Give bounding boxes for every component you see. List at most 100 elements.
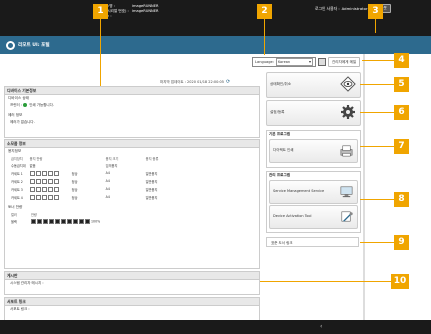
service-management-button[interactable]: Service Management Service <box>269 180 358 204</box>
callout-line <box>260 281 394 282</box>
login-user-name: Administrator <box>341 6 368 11</box>
tools-icon <box>341 211 353 222</box>
toner-title: 토너 잔량 <box>8 205 23 209</box>
toner-level-segment <box>37 218 42 224</box>
callout-line <box>360 199 394 200</box>
basic-program-header: 기본 프로그램 <box>269 132 291 136</box>
callout-line <box>360 112 394 113</box>
gear-icon <box>341 105 355 119</box>
callout-line <box>362 60 394 61</box>
callout-line <box>264 15 265 55</box>
callout-1: 1 <box>93 4 108 19</box>
mgmt-program-group: 관리 프로그램 Service Management Service Devic… <box>266 171 361 233</box>
paper-level-bars <box>29 194 59 200</box>
callout-10: 10 <box>391 274 409 289</box>
toner-level-segment <box>61 218 66 224</box>
support-link-text: 서포트 링크 : <box>10 307 30 311</box>
mgmt-program-header: 관리 프로그램 <box>269 173 291 177</box>
paper-type: 일반용지 <box>145 195 158 200</box>
consumables-panel: 소모품 정보 용지정보 급지장치 용지 잔량 용지 크기 용지 종류 수동급지대… <box>4 139 260 269</box>
paper-level: 없음 <box>29 163 36 168</box>
paper-info-title: 용지정보 <box>8 149 22 153</box>
toner-level-segment <box>49 218 54 224</box>
callout-line <box>360 146 394 147</box>
message-board-text: 시스템 관리자 메시지 : <box>10 281 44 285</box>
footer-bar <box>0 320 431 334</box>
table-row: 수동급지대 없음 임의용지 <box>9 161 160 169</box>
paper-table: 급지장치 용지 잔량 용지 크기 용지 종류 수동급지대 없음 임의용지 카세트… <box>9 155 160 201</box>
paper-type: 일반용지 <box>145 171 158 176</box>
paper-level: 정상 <box>71 187 78 192</box>
toner-level-segment <box>31 218 36 224</box>
paper-source: 수동급지대 <box>11 163 26 168</box>
direct-print-button[interactable]: 다이렉트 인쇄 <box>269 139 358 163</box>
toner-level-segment <box>79 218 84 224</box>
device-status-header: 디바이스 기본정보 <box>5 87 259 95</box>
toner-color: 블랙 <box>11 219 17 224</box>
app-title-bar <box>0 36 431 54</box>
paper-type: 일반용지 <box>145 187 158 192</box>
device-state-value: 인쇄 가능합니다. <box>29 103 54 107</box>
support-link-panel: 서포트 링크 서포트 링크 : <box>4 297 260 321</box>
direct-print-label: 다이렉트 인쇄 <box>273 148 294 152</box>
language-select[interactable]: Korean <box>275 58 313 66</box>
message-board-header: 게시판 <box>5 272 259 280</box>
ok-status-icon <box>23 103 28 107</box>
app-title: 리모트 UI: 포털 <box>18 43 50 48</box>
toner-level-segment <box>43 218 48 224</box>
paper-size: A4 <box>105 171 110 175</box>
paper-source: 카세트 3 <box>11 187 23 192</box>
device-activation-label: Device Activation Tool <box>273 214 312 218</box>
device-state-title: 디바이스 상태 <box>8 96 29 100</box>
refresh-icon[interactable]: ⟳ <box>226 79 230 85</box>
toner-level-segment <box>85 218 90 224</box>
table-row: 블랙 100% <box>9 217 102 225</box>
device-state-line: 프린터 : 인쇄 가능합니다. <box>5 102 259 109</box>
paper-level-bars <box>29 186 59 192</box>
paper-size: 임의용지 <box>105 163 118 168</box>
device-status-panel: 디바이스 기본정보 디바이스 상태 프린터 : 인쇄 가능합니다. 에러 정보 … <box>4 86 260 138</box>
language-label: Language: <box>255 60 274 64</box>
paper-level: 정상 <box>71 171 78 176</box>
support-link-header: 서포트 링크 <box>5 298 259 306</box>
basic-program-group: 기본 프로그램 다이렉트 인쇄 <box>266 130 361 168</box>
service-management-label: Service Management Service <box>273 189 325 193</box>
toner-level-segment <box>67 218 72 224</box>
paper-source: 카세트 1 <box>11 171 23 176</box>
callout-3: 3 <box>368 4 383 19</box>
paper-type <box>144 161 161 169</box>
product-name-value: imageRUNNER <box>132 9 159 13</box>
callout-4: 4 <box>394 53 409 68</box>
language-bar: Language: Korean 관리자에게 메일 <box>252 57 361 67</box>
paper-size: A4 <box>105 195 110 199</box>
device-activation-button[interactable]: Device Activation Tool <box>269 205 358 229</box>
callout-6: 6 <box>394 105 409 120</box>
callout-line <box>360 84 394 85</box>
device-state-text: 프린터 : <box>10 103 22 107</box>
chevron-left-icon[interactable]: ‹ <box>320 323 322 330</box>
toner-level-segment <box>55 218 60 224</box>
toner-percent: 100% <box>91 219 101 223</box>
paper-type: 일반용지 <box>145 179 158 184</box>
manual-link[interactable]: 표준 도서 링크 <box>266 237 359 247</box>
table-row: 카세트 3 정상 A4 일반용지 <box>9 185 160 193</box>
error-info-text: 에러가 없습니다. <box>10 120 35 124</box>
table-row: 카세트 4 정상 A4 일반용지 <box>9 193 160 201</box>
paper-level-bars <box>29 170 59 176</box>
status-monitor-button[interactable]: 상태확인/취소 <box>266 72 361 98</box>
consumables-header: 소모품 정보 <box>5 140 259 148</box>
table-row: 카세트 2 정상 A4 일반용지 <box>9 177 160 185</box>
status-monitor-label: 상태확인/취소 <box>270 82 292 86</box>
settings-label: 설정/등록 <box>270 110 285 114</box>
monitor-icon <box>340 186 353 198</box>
settings-button[interactable]: 설정/등록 <box>266 100 361 126</box>
table-row: 카세트 1 정상 A4 일반용지 <box>9 169 160 177</box>
mail-admin-button[interactable]: 관리자에게 메일 <box>327 57 361 67</box>
printer-icon <box>340 145 353 157</box>
toner-table: 컬러 잔량 블랙 100% <box>9 211 102 225</box>
paper-level: 정상 <box>71 195 78 200</box>
header-bar: 디바이스명 :imageRUNNER 제품명(시리얼 번호) :imageRUN… <box>0 0 431 36</box>
mail-icon[interactable] <box>317 58 326 66</box>
paper-level: 정상 <box>71 179 78 184</box>
eye-icon <box>340 76 356 92</box>
